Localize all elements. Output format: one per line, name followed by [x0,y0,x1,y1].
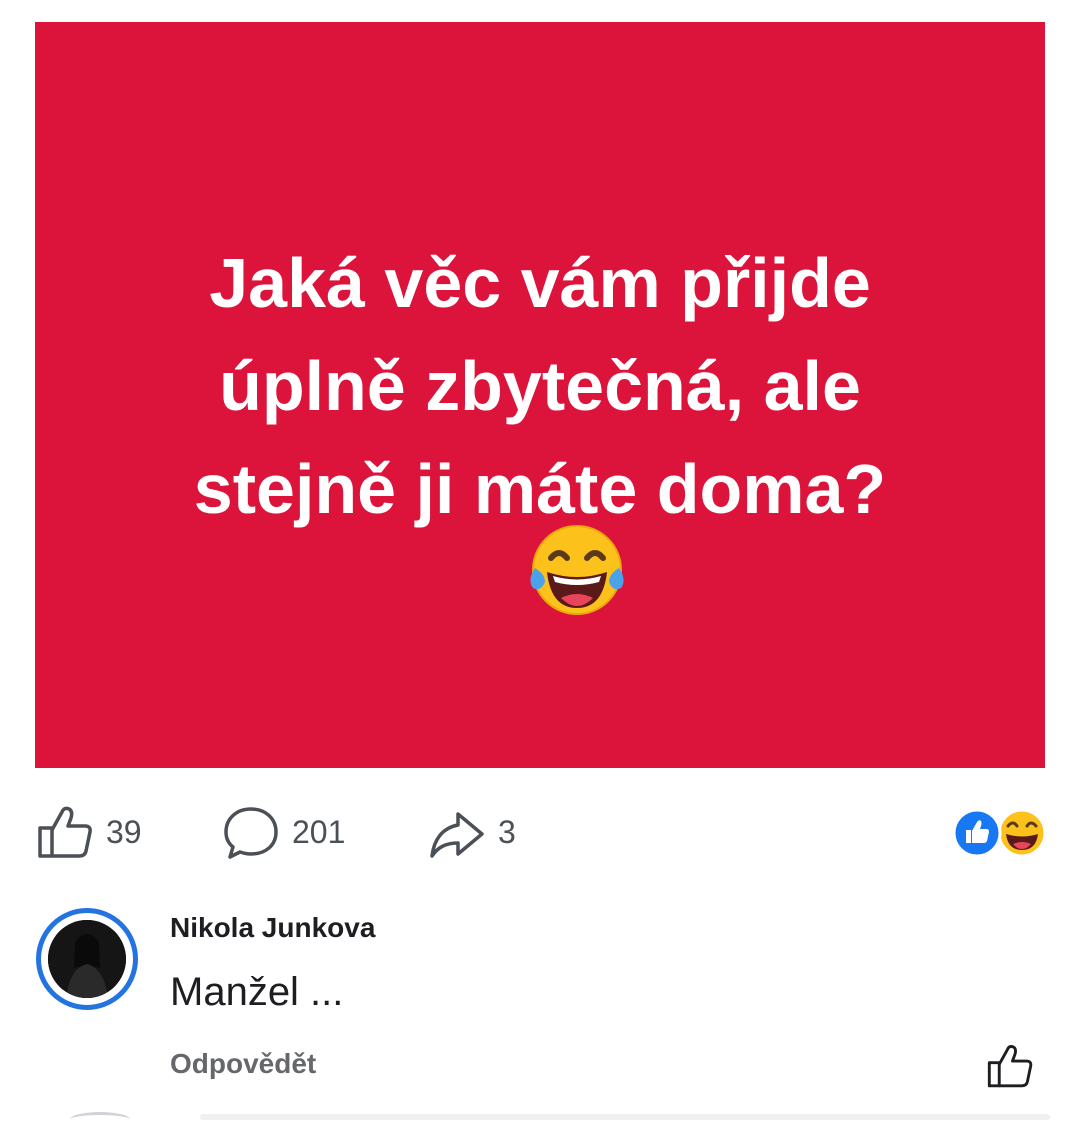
comment-button[interactable]: 201 [222,800,345,864]
avatar[interactable] [36,908,138,1010]
share-button[interactable]: 3 [428,800,516,864]
comment-bubble-icon [222,804,280,860]
comment-item: Nikola Junkova Manžel ... Odpovědět [0,900,1080,1120]
reaction-summary[interactable] [950,806,1050,860]
post-text-line-1: Jaká věc vám přijde [209,244,871,322]
share-arrow-icon [428,804,486,860]
share-count: 3 [498,813,516,850]
post-actions-bar: 39 201 3 [0,800,1080,864]
next-comment-edge [200,1114,1050,1120]
haha-reaction-icon [997,808,1047,858]
thumbs-up-icon [986,1045,1034,1094]
avatar-photo [48,920,126,998]
thumbs-up-icon [36,804,94,860]
like-count: 39 [106,813,142,850]
comment-like-button[interactable] [986,1042,1034,1090]
post-text-line-2: úplně zbytečná, ale [219,347,861,425]
like-reaction-icon [952,808,1002,858]
comment-count: 201 [292,813,346,850]
post-image[interactable]: Jaká věc vám přijde úplně zbytečná, ale … [35,22,1045,768]
laughing-with-tears-icon [523,520,631,620]
commenter-name[interactable]: Nikola Junkova [170,912,375,944]
comment-text: Manžel ... [170,970,344,1014]
reply-button[interactable]: Odpovědět [170,1048,316,1080]
like-button[interactable]: 39 [36,800,142,864]
post-question-text: Jaká věc vám přijde úplně zbytečná, ale … [35,232,1045,541]
